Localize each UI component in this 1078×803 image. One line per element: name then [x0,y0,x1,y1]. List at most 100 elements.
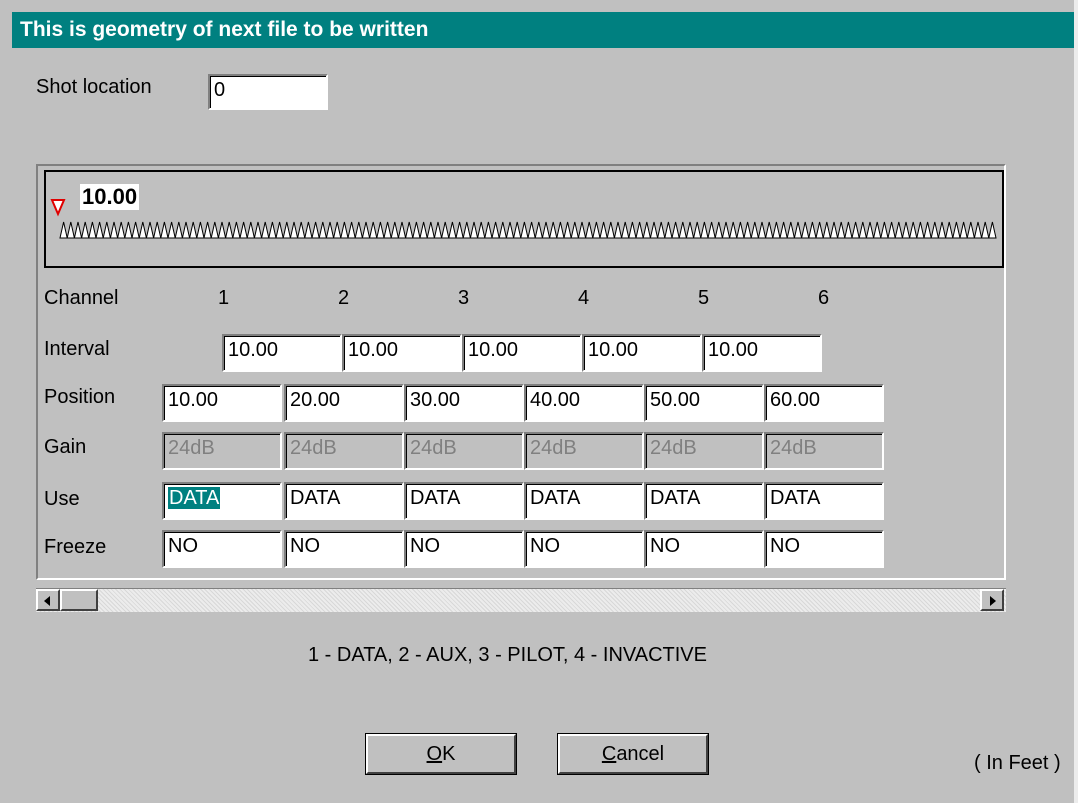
shot-location-input[interactable]: 0 [208,74,328,110]
interval-input[interactable]: 10.00 [582,334,702,372]
geophone-icon [973,221,983,239]
geophone-icon [584,221,594,239]
scroll-left-button[interactable] [36,589,60,611]
geophone-icon [246,221,256,239]
geophone-icon [808,221,817,239]
geophone-icon [332,221,342,239]
geophone-icon [440,221,450,239]
geophone-icon [505,221,515,239]
geophone-icon [923,221,932,239]
position-input[interactable]: 50.00 [644,384,764,422]
horizontal-scrollbar[interactable] [36,588,1006,612]
channel-label: Channel [44,287,119,309]
use-input[interactable]: DATA [764,482,884,520]
geophone-icon [822,221,832,239]
geophone-icon [851,221,860,239]
geophone-icon [318,221,328,239]
geophone-icon [498,221,508,239]
scroll-right-button[interactable] [980,589,1004,611]
position-input[interactable]: 40.00 [524,384,644,422]
scrollbar-thumb[interactable] [60,589,98,611]
geophone-icon [232,221,241,239]
gain-input: 24dB [404,432,524,470]
geophone-icon [786,221,796,239]
channel-header: 3 [458,287,470,309]
geophone-icon [685,221,695,239]
geophone-icon [152,221,162,239]
freeze-input[interactable]: NO [524,530,644,568]
geophone-icon [476,221,486,239]
use-label: Use [44,488,80,510]
use-input[interactable]: DATA [162,482,282,520]
freeze-input[interactable]: NO [764,530,884,568]
use-input[interactable]: DATA [524,482,644,520]
use-input[interactable]: DATA [404,482,524,520]
cancel-mnemonic: C [601,743,617,765]
geophone-icon [700,221,709,239]
geophone-icon [872,221,882,239]
geophone-icon [772,221,781,239]
ok-button[interactable]: OK [366,734,516,774]
geophone-row [59,221,997,239]
freeze-label: Freeze [44,536,107,558]
geophone-icon [224,221,234,239]
cancel-button[interactable]: Cancel [558,734,708,774]
geophone-icon [844,221,853,239]
geophone-icon [304,221,313,239]
geophone-icon [282,221,292,239]
geophone-icon [268,221,277,239]
geophone-icon [390,221,400,239]
freeze-input[interactable]: NO [644,530,764,568]
geophone-icon [577,221,587,239]
geophone-icon [937,221,947,239]
geophone-icon [426,221,436,239]
chevron-right-icon [990,596,996,606]
geophone-icon [368,221,378,239]
geophone-icon [944,221,954,239]
geophone-icon [289,221,299,239]
geophone-icon [620,221,630,239]
geophone-icon [239,221,248,239]
geophone-icon [656,221,666,239]
position-input[interactable]: 60.00 [764,384,884,422]
use-input[interactable]: DATA [284,482,404,520]
geophone-icon [613,221,623,239]
geophone-icon [527,221,536,239]
geophone-icon [952,221,961,239]
use-input[interactable]: DATA [644,482,764,520]
interval-input[interactable]: 10.00 [342,334,462,372]
interval-input[interactable]: 10.00 [222,334,342,372]
geophone-icon [131,221,140,239]
geophone-icon [966,221,976,239]
geophone-icon [901,221,911,239]
position-label: Position [44,386,116,408]
ok-label: K [442,743,456,765]
freeze-input[interactable]: NO [404,530,524,568]
geophone-icon [59,221,68,239]
position-input[interactable]: 20.00 [284,384,404,422]
use-legend: 1 - DATA, 2 - AUX, 3 - PILOT, 4 - INVACT… [308,644,707,666]
geophone-icon [354,221,364,239]
geophone-icon [520,221,529,239]
geophone-icon [80,221,90,239]
geophone-icon [800,221,810,239]
geophone-icon [124,221,133,239]
position-input[interactable]: 30.00 [404,384,524,422]
geophone-icon [736,221,745,239]
freeze-input[interactable]: NO [162,530,282,568]
geometry-dialog: This is geometry of next file to be writ… [0,0,1078,803]
use-selected-text: DATA [168,487,221,509]
interval-input[interactable]: 10.00 [702,334,822,372]
geophone-icon [325,221,335,239]
interval-input[interactable]: 10.00 [462,334,582,372]
position-input[interactable]: 10.00 [162,384,282,422]
geophone-icon [988,221,997,239]
geophone-icon [916,221,925,239]
shot-location-label: Shot location [36,76,152,98]
interval-label: Interval [44,338,110,360]
freeze-input[interactable]: NO [284,530,404,568]
geophone-icon [757,221,767,239]
geophone-icon [174,221,184,239]
geophone-icon [671,221,680,239]
geophone-icon [361,221,371,239]
